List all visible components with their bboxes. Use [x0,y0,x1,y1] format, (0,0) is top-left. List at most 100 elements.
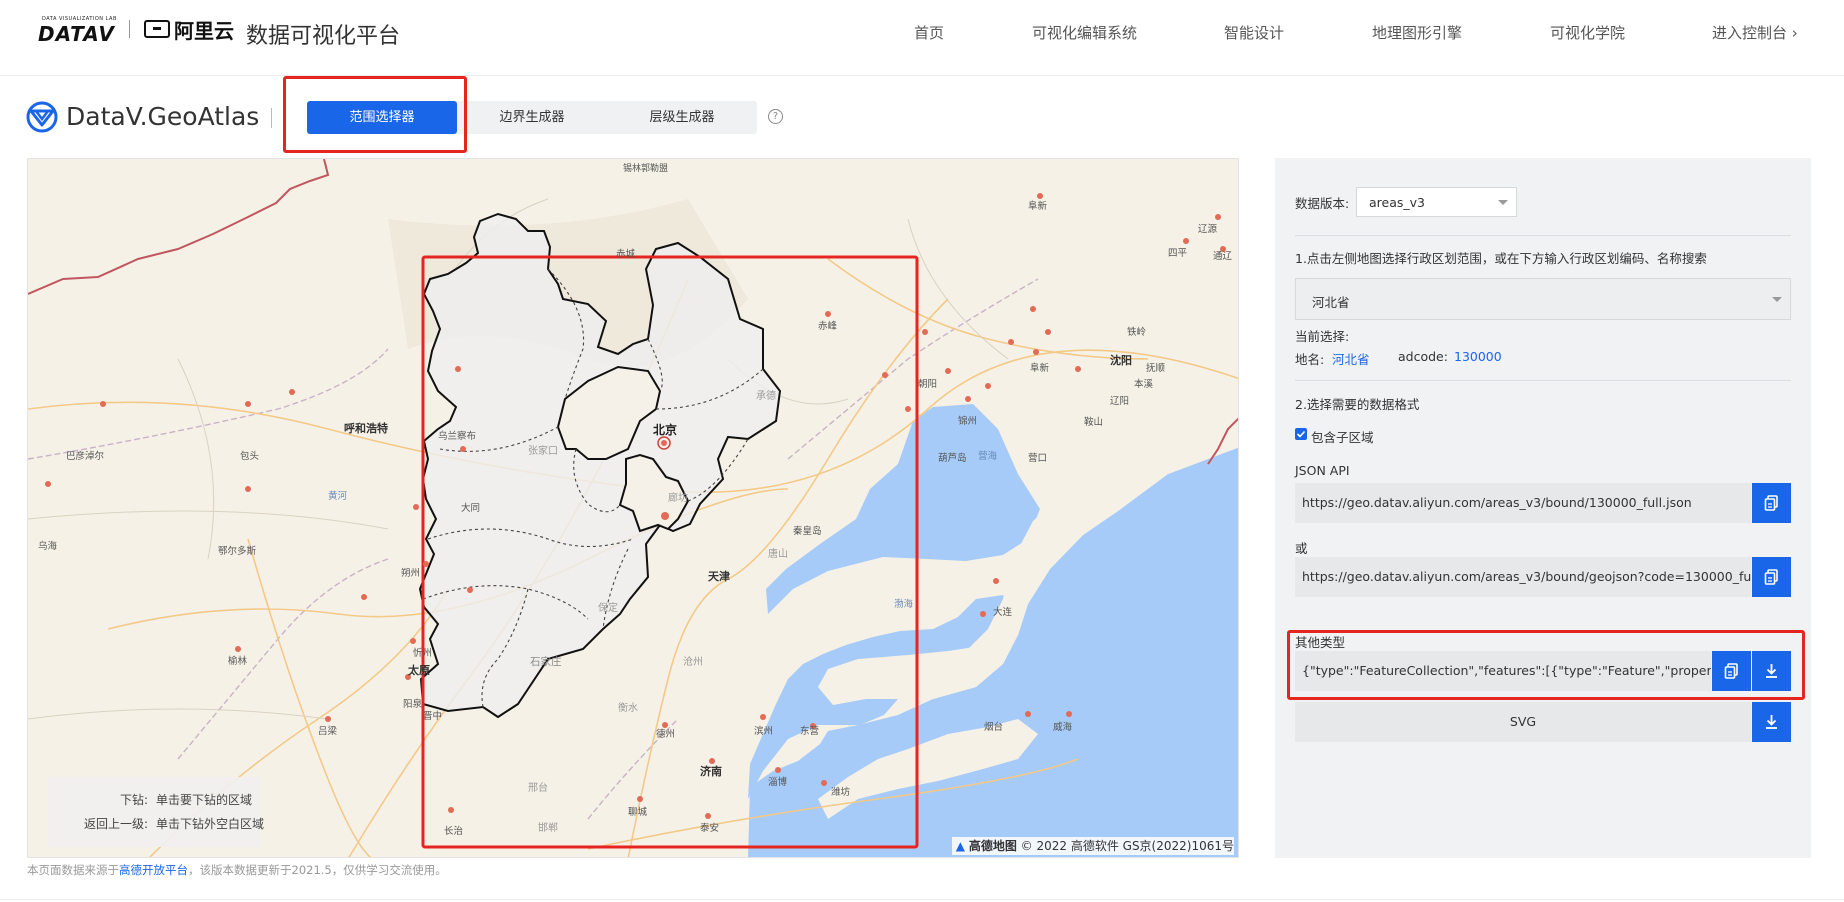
name-value[interactable]: 河北省 [1332,349,1370,368]
map-label: 威海 [1053,721,1073,733]
map-label: 烟台 [984,721,1003,733]
datav-logo[interactable]: DATA VISUALIZATION LAB DATAV [38,16,124,46]
attribution-text: © 2022 高德软件 GS京(2022)1061号 [1020,839,1234,853]
tip-up-text: 单击下钻外空白区域 [156,817,265,831]
other-types-field[interactable]: {"type":"FeatureCollection","features":[… [1295,651,1711,691]
map-label: 鄂尔多斯 [218,545,257,557]
map-label: 辽阳 [1110,395,1129,407]
map-label: 呼和浩特 [344,421,388,435]
download-svg-button[interactable] [1752,702,1791,742]
json-api-url-field[interactable]: https://geo.datav.aliyun.com/areas_v3/bo… [1295,483,1751,523]
map-label: 大连 [993,606,1013,618]
copy-geojson-button[interactable] [1752,557,1791,597]
include-subregion-label[interactable]: 包含子区域 [1311,427,1374,446]
tab-range-selector[interactable]: 范围选择器 [307,101,457,134]
map-label: 北京 [653,422,677,437]
include-subregion-checkbox[interactable] [1295,428,1307,440]
step1-instruction: 1.点击左侧地图选择行政区划范围，或在下方输入行政区划编码、名称搜索 [1295,251,1707,266]
map-label: 朔州 [401,567,420,579]
geoatlas-title: DataV.GeoAtlas [66,102,260,131]
nav-smart-design[interactable]: 智能设计 [1224,22,1284,43]
tip-drill-label: 下钻: [120,793,149,807]
download-icon [1766,664,1777,678]
copy-json-api-button[interactable] [1752,483,1791,523]
map-label: 廊坊 [668,491,688,504]
map-label: 天津 [708,569,730,583]
tool-tabs: 范围选择器 边界生成器 层级生成器 [307,101,757,134]
map-label: 阜新 [1028,200,1048,212]
region-search-select[interactable]: 河北省 [1295,278,1791,320]
step2-instruction: 2.选择需要的数据格式 [1295,397,1420,412]
map-label: 四平 [1168,248,1188,259]
map-label: 葫芦岛 [938,452,967,464]
aliyun-logo[interactable]: 阿里云 [144,17,234,43]
tip-up-label: 返回上一级: [84,817,149,831]
map-label: 铁岭 [1127,326,1147,338]
map-label: 朝阳 [918,379,937,390]
geojson-url-field[interactable]: https://geo.datav.aliyun.com/areas_v3/bo… [1295,557,1751,597]
map-label: 本溪 [1134,378,1154,390]
datav-logo-text: DATAV [38,22,115,46]
or-label: 或 [1295,541,1308,556]
map-label: 鞍山 [1084,416,1103,428]
tab-level-generator[interactable]: 层级生成器 [607,101,757,134]
map-label: 张家口 [528,444,558,457]
aliyun-mark-icon [144,20,170,38]
map-label: 忻州 [413,647,432,659]
footer-prefix: 本页面数据来源于 [27,863,119,877]
adcode-value[interactable]: 130000 [1454,349,1502,364]
map-canvas[interactable]: 呼和浩特 北京 天津 沈阳 太原 济南 石家庄 锡林郭勒盟 赤峰 阜新 铁岭 抚… [27,158,1239,858]
nav-visual-editor[interactable]: 可视化编辑系统 [1032,22,1137,43]
map-label: 营口 [1028,452,1047,464]
map-label: 泰安 [700,822,719,834]
check-icon [1296,430,1306,438]
map-label: 辽源 [1198,223,1218,235]
nav-console[interactable]: 进入控制台 › [1712,22,1798,43]
map-label: 包头 [240,450,259,462]
geoatlas-logo-icon [26,101,58,133]
national-border [28,159,330,295]
map-label: 锦州 [958,415,977,427]
chevron-down-icon [1772,297,1782,302]
svg-export-field[interactable]: SVG [1295,702,1751,742]
help-icon[interactable]: ? [768,109,783,124]
region-select-value: 河北省 [1312,295,1350,310]
tab-boundary-generator[interactable]: 边界生成器 [457,101,607,134]
download-icon [1766,715,1777,729]
amap-open-platform-link[interactable]: 高德开放平台 [119,863,188,877]
map-label: 长治 [444,825,463,837]
title-divider [271,108,272,128]
nav-geo-engine[interactable]: 地理图形引擎 [1372,22,1462,43]
map-label: 赤峰 [818,321,838,332]
platform-title: 数据可视化平台 [246,24,401,49]
download-other-button[interactable] [1752,651,1791,691]
map-label: 秦皇岛 [793,525,822,537]
top-navbar: DATA VISUALIZATION LAB DATAV 阿里云 数据可视化平台… [0,0,1844,76]
json-api-label: JSON API [1295,463,1350,478]
copy-other-button[interactable] [1712,651,1751,691]
map-label: 黄河 [328,490,348,502]
map-label: 锡林郭勒盟 [623,162,668,174]
map-label: 晋中 [423,710,442,722]
map-label: 巴彦淖尔 [66,450,105,462]
map-label: 吕梁 [318,725,338,737]
nav-academy[interactable]: 可视化学院 [1550,22,1625,43]
map-label: 阳泉 [403,698,423,710]
map-label: 榆林 [228,655,248,667]
version-select[interactable]: areas_v3 [1356,187,1517,217]
map-label: 潍坊 [831,786,851,798]
map-label: 衡水 [618,702,638,714]
map-label: 大同 [461,502,480,514]
map-attribution: ▲ 高德地图 © 2022 高德软件 GS京(2022)1061号 [951,837,1234,855]
map-label: 沧州 [683,655,703,668]
page-bottom-divider [0,899,1844,900]
version-select-value: areas_v3 [1369,195,1425,210]
map-label: 通辽 [1213,250,1233,262]
map-svg[interactable]: 呼和浩特 北京 天津 沈阳 太原 济南 石家庄 锡林郭勒盟 赤峰 阜新 铁岭 抚… [28,159,1239,858]
divider [1295,380,1791,381]
logo-divider [129,20,130,38]
map-label: 沈阳 [1110,353,1132,367]
nav-home[interactable]: 首页 [914,22,944,43]
map-label: 济南 [700,764,722,778]
footer-note: 本页面数据来源于高德开放平台，该版本数据更新于2021.5，仅供学习交流使用。 [27,862,447,878]
